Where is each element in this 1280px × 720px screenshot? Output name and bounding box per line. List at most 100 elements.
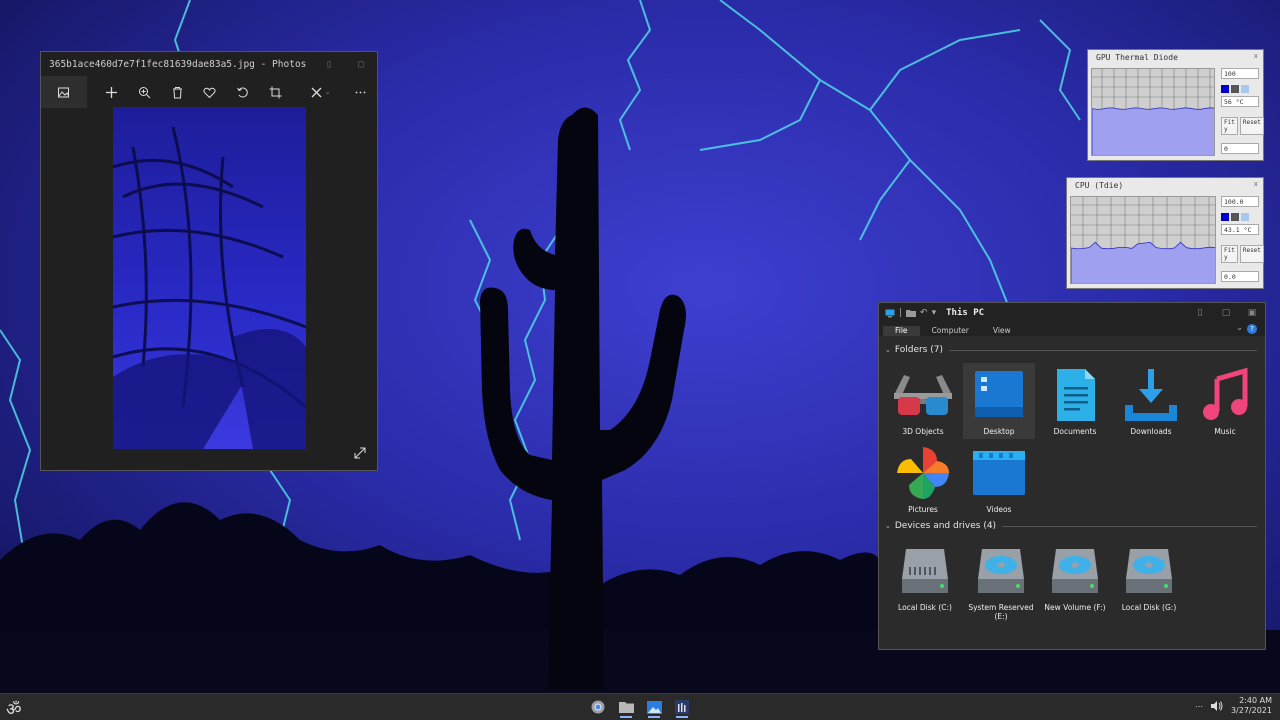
taskbar-chrome[interactable]: [586, 696, 610, 718]
clock[interactable]: 2:40 AM 3/27/2021: [1231, 696, 1272, 716]
rotate-button[interactable]: [226, 76, 259, 108]
close-icon[interactable]: x: [1254, 52, 1258, 60]
minimize-button[interactable]: ▯: [1187, 308, 1213, 318]
folder-downloads[interactable]: Downloads: [1115, 367, 1187, 436]
expand-icon[interactable]: [353, 446, 367, 460]
gpu-max-field[interactable]: 100: [1221, 68, 1259, 79]
gpu-monitor-widget[interactable]: GPU Thermal Diode x 100 56 °C Fit y Rese…: [1087, 49, 1264, 161]
drive-g[interactable]: Local Disk (G:): [1113, 543, 1185, 612]
taskbar-monitor[interactable]: [670, 696, 694, 718]
chevron-down-icon[interactable]: ⌄: [1236, 323, 1243, 332]
folder-pictures[interactable]: Pictures: [887, 445, 959, 514]
reset-button[interactable]: Reset: [1239, 245, 1264, 263]
volume-icon[interactable]: [1210, 701, 1223, 711]
image-button[interactable]: [41, 76, 87, 108]
edit-button[interactable]: ⌄: [300, 76, 340, 108]
heart-icon: [203, 87, 217, 98]
separator-icon: |: [899, 308, 903, 318]
rotate-icon: [237, 87, 249, 97]
disc-drive-icon: [1126, 549, 1172, 593]
drive-c[interactable]: Local Disk (C:): [889, 543, 961, 612]
drive-label: Local Disk (C:): [898, 603, 952, 612]
drive-label: Local Disk (G:): [1121, 603, 1177, 612]
cpu-value-field: 43.1 °C: [1221, 224, 1259, 235]
gpu-color-swatches: [1221, 85, 1259, 93]
explorer-title: This PC: [946, 308, 985, 318]
explorer-window[interactable]: | ↶ ▾ This PC ▯ ▢ ▣ File Computer View ⌄…: [878, 302, 1266, 650]
folder-desktop[interactable]: Desktop: [963, 363, 1035, 439]
cpu-max-field[interactable]: 100.0: [1221, 196, 1259, 207]
close-icon[interactable]: x: [1254, 180, 1258, 188]
image-icon: [58, 87, 70, 97]
folder-label: Desktop: [983, 427, 1015, 436]
photos-titlebar[interactable]: 365b1ace460d7e7f1fec81639dae83a5.jpg - P…: [41, 52, 377, 76]
swatch-light[interactable]: [1241, 85, 1249, 93]
explorer-titlebar[interactable]: | ↶ ▾ This PC ▯ ▢ ▣: [879, 303, 1265, 323]
folder-label: Videos: [986, 505, 1012, 514]
swatch-gray[interactable]: [1231, 85, 1239, 93]
start-button[interactable]: ॐ: [6, 697, 22, 720]
gpu-min-field[interactable]: 0: [1221, 143, 1259, 154]
customize-icon[interactable]: ▾: [932, 308, 937, 318]
more-button[interactable]: [344, 76, 377, 108]
divider: [949, 349, 1257, 351]
folders-header-label: Folders (7): [894, 345, 943, 355]
cpu-graph-plot: [1071, 197, 1215, 283]
quick-access-toolbar: | ↶ ▾: [885, 308, 936, 318]
close-button[interactable]: ▣: [1239, 308, 1265, 318]
folders-section-header[interactable]: ⌄ Folders (7): [885, 345, 1257, 355]
gpu-monitor-titlebar[interactable]: GPU Thermal Diode x: [1088, 50, 1263, 66]
maximize-button[interactable]: ▢: [345, 52, 377, 76]
taskbar-apps: [586, 696, 694, 718]
photos-window[interactable]: 365b1ace460d7e7f1fec81639dae83a5.jpg - P…: [40, 51, 378, 471]
chrome-icon: [591, 700, 605, 714]
swatch-gray[interactable]: [1231, 213, 1239, 221]
folder-3d-objects[interactable]: 3D Objects: [887, 367, 959, 436]
minimize-button[interactable]: ▯: [313, 52, 345, 76]
folder-icon[interactable]: [906, 309, 917, 317]
folder-documents[interactable]: Documents: [1039, 367, 1111, 436]
taskbar-explorer[interactable]: [614, 696, 638, 718]
cpu-area-fill: [1071, 241, 1215, 283]
drives-section-header[interactable]: ⌄ Devices and drives (4): [885, 521, 1257, 531]
chevron-down-icon: ⌄: [324, 88, 331, 96]
tab-computer[interactable]: Computer: [920, 326, 981, 336]
taskbar-photos[interactable]: [642, 696, 666, 718]
fit-y-button[interactable]: Fit y: [1221, 245, 1238, 263]
edit-icon: [311, 87, 322, 97]
tab-view[interactable]: View: [981, 326, 1023, 336]
maximize-button[interactable]: ▢: [1213, 308, 1239, 318]
zoom-button[interactable]: [128, 76, 161, 108]
music-icon: [1203, 367, 1248, 420]
3d-glasses-icon: [894, 375, 952, 415]
crop-icon: [269, 86, 282, 98]
disc-drive-icon: [1052, 549, 1098, 593]
cpu-monitor-titlebar[interactable]: CPU (Tdie) x: [1067, 178, 1263, 194]
swatch-blue[interactable]: [1221, 213, 1229, 221]
folder-label: 3D Objects: [902, 427, 944, 436]
drive-e[interactable]: System Reserved (E:): [965, 543, 1037, 621]
photo-image: [113, 107, 306, 449]
monitor-app-icon: [675, 700, 689, 714]
crop-button[interactable]: [259, 76, 292, 108]
reset-button[interactable]: Reset: [1239, 117, 1264, 135]
swatch-blue[interactable]: [1221, 85, 1229, 93]
gpu-side-panel: 100 56 °C Fit y Reset 0: [1221, 68, 1264, 154]
help-icon[interactable]: ?: [1247, 324, 1257, 334]
folder-music[interactable]: Music: [1189, 367, 1261, 436]
tab-file[interactable]: File: [883, 326, 920, 336]
cpu-min-field[interactable]: 0.0: [1221, 271, 1259, 282]
swatch-light[interactable]: [1241, 213, 1249, 221]
collapse-chevron-icon: ⌄: [885, 522, 891, 530]
favorite-button[interactable]: [194, 76, 227, 108]
gpu-graph-plot: [1092, 69, 1214, 155]
cpu-buttons: Fit y Reset: [1221, 245, 1264, 263]
folder-videos[interactable]: Videos: [963, 445, 1035, 514]
overflow-icon[interactable]: ⋯: [1195, 702, 1203, 711]
cpu-monitor-widget[interactable]: CPU (Tdie) x 100.0 43.1 °C Fit y Reset 0…: [1066, 177, 1264, 289]
drive-f[interactable]: New Volume (F:): [1039, 543, 1111, 612]
undo-icon[interactable]: ↶: [920, 308, 928, 318]
add-button[interactable]: [95, 76, 128, 108]
fit-y-button[interactable]: Fit y: [1221, 117, 1238, 135]
delete-button[interactable]: [161, 76, 194, 108]
